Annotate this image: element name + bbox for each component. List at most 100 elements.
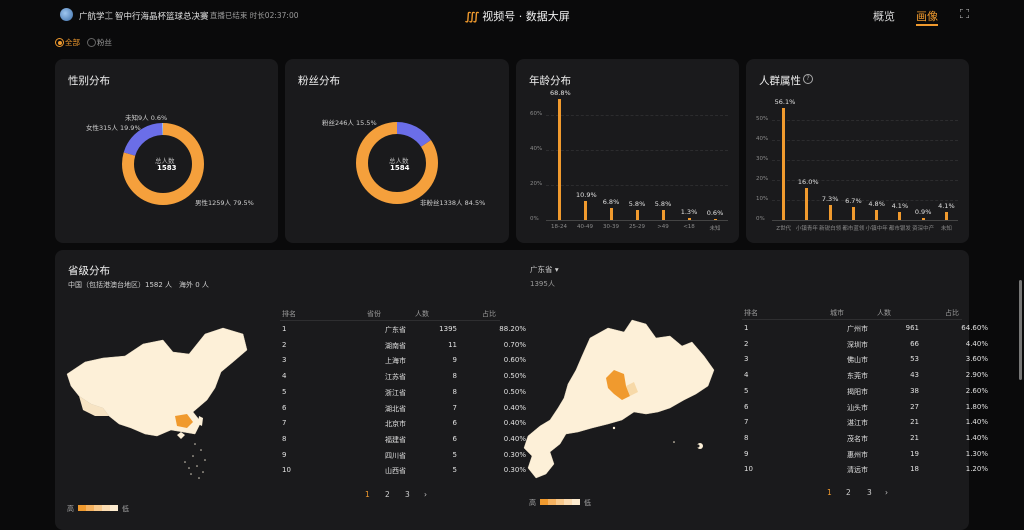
age-bar xyxy=(635,209,639,220)
city-cell: 53 xyxy=(910,355,919,364)
province-cell: 8 xyxy=(452,387,457,396)
age-gridline xyxy=(546,149,728,151)
tab-profile[interactable]: 画像 xyxy=(916,8,938,24)
help-circle-icon[interactable]: ? xyxy=(803,74,813,84)
crowd-bar xyxy=(782,107,786,220)
province-cell: 1395 xyxy=(439,325,457,333)
province-page-2[interactable]: 2 xyxy=(385,490,390,499)
city-cell: 5 xyxy=(744,386,749,395)
city-cell: 64.60% xyxy=(961,324,988,332)
age-xtick: 未知 xyxy=(709,226,721,232)
province-cell: 6 xyxy=(282,403,287,412)
city-cell: 2.90% xyxy=(965,371,988,380)
province-cell: 0.50% xyxy=(503,387,526,396)
province-col-rank: 排名 xyxy=(282,310,296,318)
gender-label-male: 男性1259人 79.5% xyxy=(195,199,254,207)
city-cell: 清远市 xyxy=(847,466,868,475)
city-cell: 茂名市 xyxy=(847,434,868,443)
province-cell: 0.50% xyxy=(503,372,526,381)
city-cell: 1.20% xyxy=(965,465,988,474)
province-cell: 9 xyxy=(452,356,457,365)
age-bar xyxy=(661,209,665,220)
province-cell: 0.30% xyxy=(503,450,526,459)
province-cell: 0.40% xyxy=(503,434,526,443)
crowd-xtick: 小镇青年 xyxy=(795,226,818,232)
age-xtick: 40-49 xyxy=(577,224,593,230)
crowd-value-label: 7.3% xyxy=(821,195,839,204)
crowd-xtick: 资深中产 xyxy=(912,226,935,232)
province-map-legend xyxy=(78,505,118,511)
header-divider xyxy=(108,11,109,20)
province-cell: 9 xyxy=(282,450,287,459)
city-cell: 18 xyxy=(910,465,919,474)
crowd-xtick: 都市蓝领 xyxy=(842,226,865,232)
province-page-1[interactable]: 1 xyxy=(365,490,370,499)
fans-label-nonfans: 非粉丝1338人 84.5% xyxy=(420,199,486,207)
crowd-bar xyxy=(921,218,925,220)
province-cell: 88.20% xyxy=(499,325,526,333)
age-value-label: 68.8% xyxy=(550,89,571,98)
province-selector[interactable]: 广东省 ▾ xyxy=(530,264,559,275)
city-cell: 9 xyxy=(744,449,749,458)
filter-all-label[interactable]: 全部 xyxy=(65,37,80,48)
crowd-card: 人群属性 ? 50% 40% 30% 20% 10% 0% 56.1% Z世代 16.0% 小镇青… xyxy=(746,59,969,243)
province-cell: 7 xyxy=(452,403,457,412)
age-value-label: 10.9% xyxy=(576,190,597,199)
live-title: 智中行海晶杯篮球总决赛 xyxy=(115,12,209,22)
city-next-page[interactable]: › xyxy=(885,488,888,497)
tab-overview[interactable]: 概览 xyxy=(873,8,895,24)
dashboard-title: ∭ 视频号 · 数据大屏 xyxy=(465,8,570,24)
province-col-name: 省份 xyxy=(367,310,381,318)
city-cell: 38 xyxy=(910,386,919,395)
city-cell: 3.60% xyxy=(965,355,988,364)
fans-center-value: 1584 xyxy=(390,164,410,172)
crowd-bar xyxy=(875,210,879,220)
filter-fans-label[interactable]: 粉丝 xyxy=(97,37,112,48)
province-cell: 0.40% xyxy=(503,419,526,428)
city-cell: 21 xyxy=(910,433,919,442)
province-cell: 8 xyxy=(452,372,457,381)
city-cell: 19 xyxy=(910,449,919,458)
age-xtick: >49 xyxy=(657,224,669,230)
city-cell: 佛山市 xyxy=(847,356,868,365)
crowd-xtick: 未知 xyxy=(940,226,952,232)
page-scrollbar[interactable] xyxy=(1019,280,1022,380)
province-cell: 7 xyxy=(282,419,287,428)
filter-fans-radio[interactable] xyxy=(87,38,96,47)
crowd-title: 人群属性 xyxy=(759,75,801,87)
crowd-xtick: Z世代 xyxy=(776,226,792,232)
crowd-ytick: 10% xyxy=(756,196,769,202)
city-col-name: 城市 xyxy=(830,309,844,317)
province-cell: 湖北省 xyxy=(385,404,406,413)
province-cell: 江苏省 xyxy=(385,373,406,382)
guangdong-map xyxy=(523,319,715,479)
province-cell: 6 xyxy=(452,434,457,443)
city-legend-high: 高 xyxy=(529,499,536,507)
province-cell: 山西省 xyxy=(385,467,406,476)
city-page-3[interactable]: 3 xyxy=(867,488,872,497)
crowd-gridline xyxy=(772,140,958,141)
province-summary: 中国（包括港澳台地区）1582 人 xyxy=(68,281,173,289)
city-cell: 4.40% xyxy=(965,339,988,348)
city-cell: 2 xyxy=(744,339,749,348)
fans-title: 粉丝分布 xyxy=(298,75,340,87)
city-cell: 27 xyxy=(910,402,919,411)
province-cell: 5 xyxy=(452,466,457,475)
city-page-1[interactable]: 1 xyxy=(827,488,832,497)
active-tab-indicator xyxy=(916,24,938,26)
province-next-page[interactable]: › xyxy=(424,490,427,499)
province-legend-high: 高 xyxy=(67,505,74,513)
crowd-ytick: 30% xyxy=(756,156,769,162)
age-xtick: 30-39 xyxy=(603,224,619,230)
province-header-line xyxy=(280,320,500,321)
fullscreen-icon[interactable] xyxy=(959,8,970,19)
province-cell: 0.30% xyxy=(503,466,526,475)
city-page-2[interactable]: 2 xyxy=(846,488,851,497)
crowd-value-label: 56.1% xyxy=(774,97,796,106)
city-cell: 66 xyxy=(910,339,919,348)
province-title: 省级分布 xyxy=(68,265,110,277)
filter-all-radio[interactable] xyxy=(55,38,64,47)
province-cell: 福建省 xyxy=(385,435,406,444)
province-page-3[interactable]: 3 xyxy=(405,490,410,499)
city-cell: 1 xyxy=(744,324,749,332)
